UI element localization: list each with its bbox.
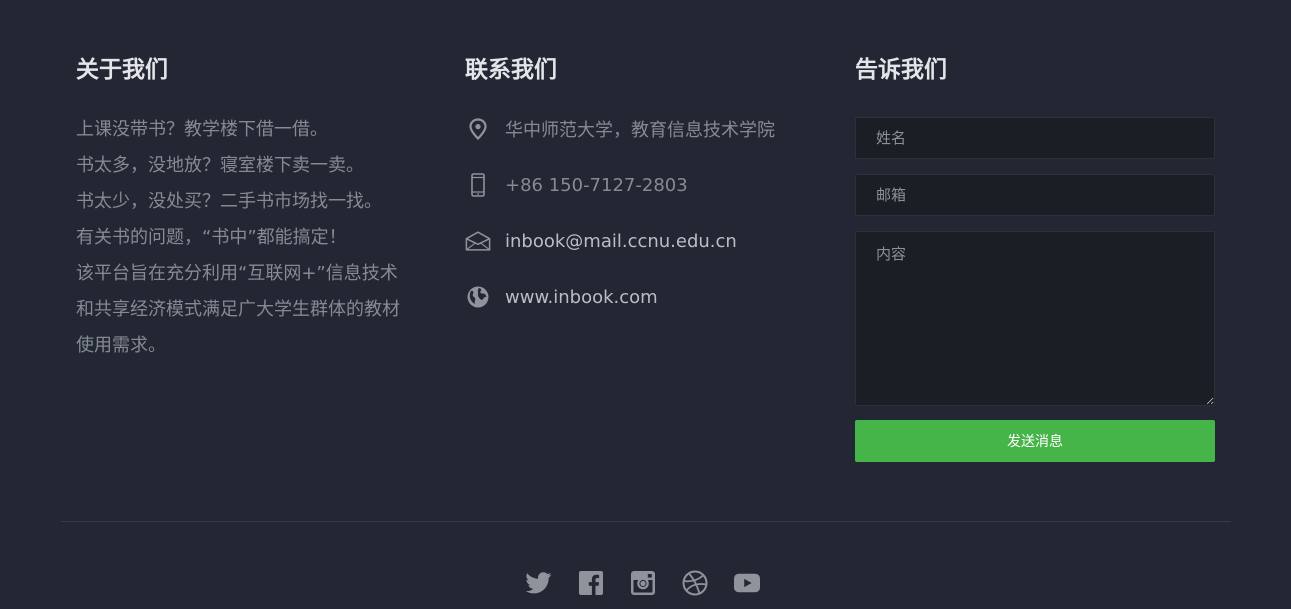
location-pin-icon	[465, 116, 491, 142]
send-message-button[interactable]: 发送消息	[855, 420, 1215, 462]
contact-website-link[interactable]: www.inbook.com	[505, 287, 658, 308]
contact-item-phone: +86 150-7127-2803	[465, 170, 688, 200]
about-line: 使用需求。	[76, 335, 166, 356]
about-line: 上课没带书？教学楼下借一借。	[76, 119, 328, 140]
contact-item-website: www.inbook.com	[465, 282, 658, 312]
youtube-icon[interactable]	[734, 570, 760, 596]
contact-email-link[interactable]: inbook@mail.ccnu.edu.cn	[505, 231, 737, 252]
about-line: 该平台旨在充分利用“互联网+”信息技术	[76, 263, 398, 284]
about-text: 上课没带书？教学楼下借一借。 书太多，没地放？寝室楼下卖一卖。 书太少，没处买？…	[76, 112, 446, 364]
contact-item-address: 华中师范大学，教育信息技术学院	[465, 114, 775, 144]
about-line: 有关书的问题，“书中”都能搞定！	[76, 227, 347, 248]
social-links	[526, 570, 760, 596]
about-line: 书太少，没处买？二手书市场找一找。	[76, 191, 382, 212]
contact-heading: 联系我们	[465, 57, 557, 83]
facebook-icon[interactable]	[578, 570, 604, 596]
form-heading: 告诉我们	[855, 57, 947, 83]
site-footer: 关于我们 上课没带书？教学楼下借一借。 书太多，没地放？寝室楼下卖一卖。 书太少…	[0, 0, 1291, 609]
about-heading: 关于我们	[76, 57, 168, 83]
instagram-icon[interactable]	[630, 570, 656, 596]
about-line: 和共享经济模式满足广大学生群体的教材	[76, 299, 400, 320]
contact-item-email: inbook@mail.ccnu.edu.cn	[465, 226, 737, 256]
envelope-icon	[465, 228, 491, 254]
phone-icon	[465, 172, 491, 198]
dribbble-icon[interactable]	[682, 570, 708, 596]
name-input[interactable]	[855, 117, 1215, 159]
twitter-icon[interactable]	[526, 570, 552, 596]
message-textarea[interactable]	[855, 231, 1215, 406]
contact-phone: +86 150-7127-2803	[505, 174, 688, 196]
email-input[interactable]	[855, 174, 1215, 216]
footer-divider	[61, 521, 1231, 522]
about-line: 书太多，没地放？寝室楼下卖一卖。	[76, 155, 364, 176]
contact-address: 华中师范大学，教育信息技术学院	[505, 120, 775, 141]
globe-icon	[465, 284, 491, 310]
